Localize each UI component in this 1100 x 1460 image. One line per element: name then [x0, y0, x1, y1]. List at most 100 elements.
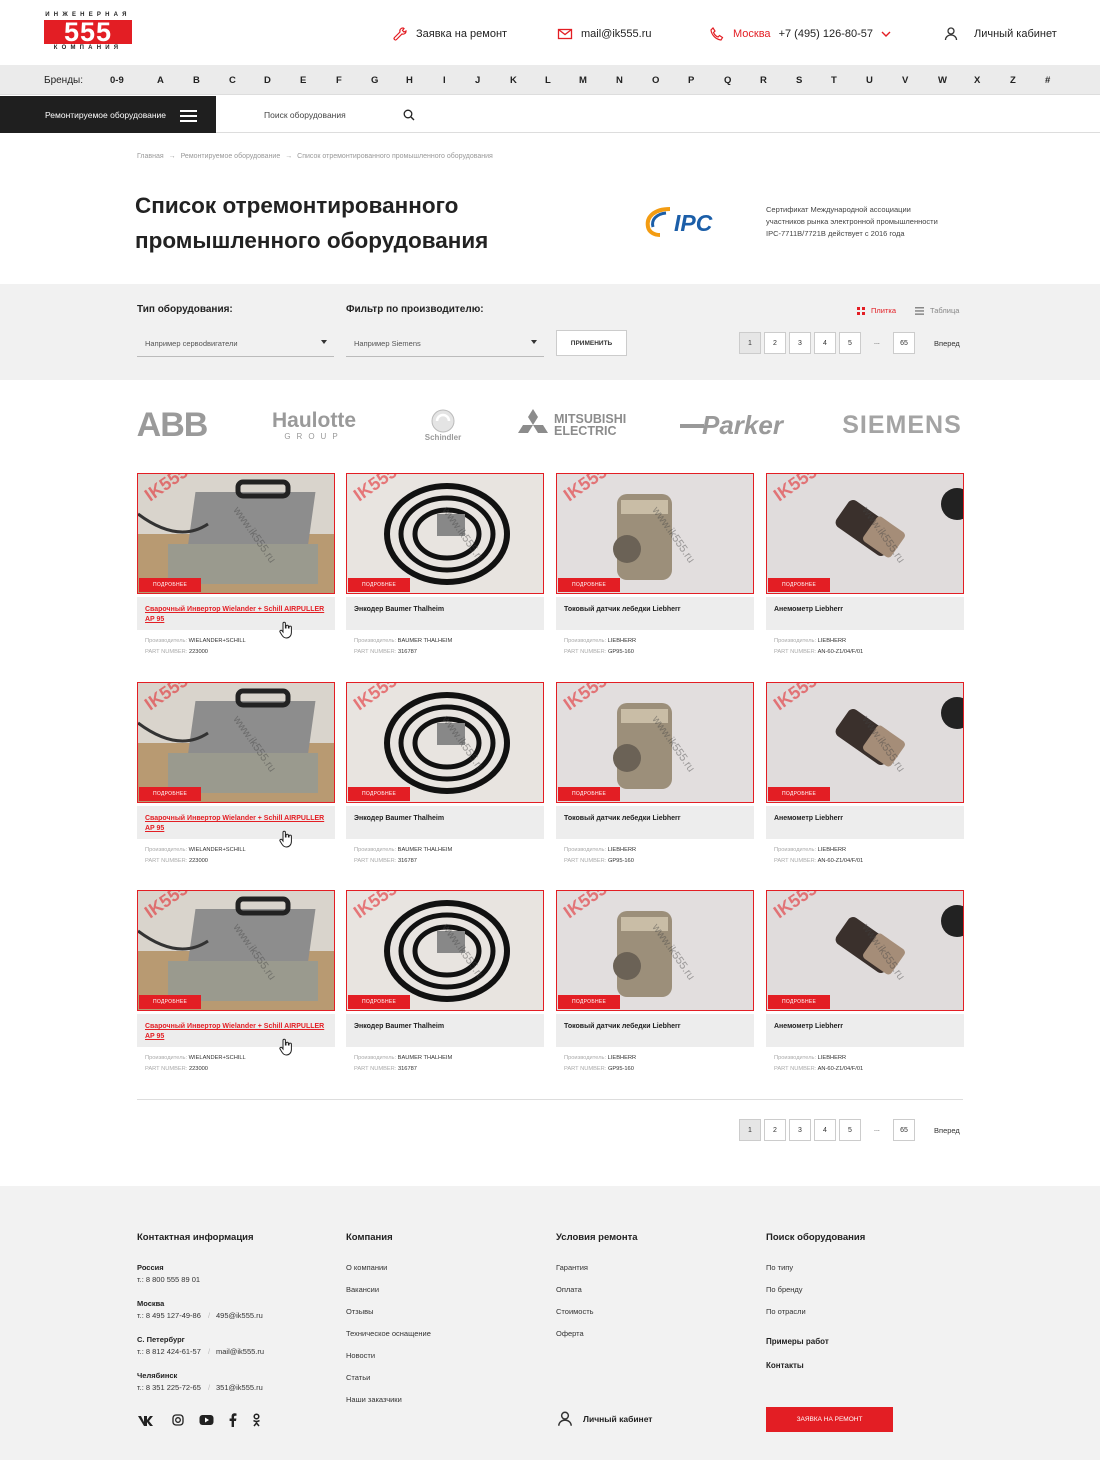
view-tile-toggle[interactable]: Плитка	[857, 306, 896, 315]
repair-request-link[interactable]: Заявка на ремонт	[392, 26, 507, 42]
page-button-1[interactable]: 1	[739, 332, 761, 354]
brand-logo-abb[interactable]: ABB	[137, 403, 209, 447]
page-button-4[interactable]: 4	[814, 1119, 836, 1141]
footer-link-examples[interactable]: Примеры работ	[766, 1337, 829, 1346]
brand-letter-v[interactable]: V	[902, 75, 908, 86]
more-details-badge[interactable]: ПОДРОБНЕЕ	[348, 995, 411, 1009]
product-photo[interactable]: IK555.RUwww.ik555.ruПОДРОБНЕЕ	[346, 473, 544, 594]
company-logo[interactable]: ИНЖЕНЕРНАЯ 555 КОМПАНИЯ	[44, 12, 132, 52]
footer-phone-moscow[interactable]: т.: 8 495 127-49-86	[137, 1311, 201, 1320]
page-button-2[interactable]: 2	[764, 1119, 786, 1141]
brand-letter-e[interactable]: E	[300, 75, 306, 86]
product-card[interactable]: IK555.RUwww.ik555.ruПОДРОБНЕЕСварочный И…	[137, 890, 335, 1082]
next-page-link[interactable]: Вперед	[934, 1126, 960, 1135]
footer-link-about[interactable]: О компании	[346, 1263, 387, 1272]
brand-logo-schindler[interactable]: Schindler	[418, 403, 468, 447]
page-button-last[interactable]: 65	[893, 1119, 915, 1141]
view-table-toggle[interactable]: Таблица	[915, 306, 959, 315]
product-title[interactable]: Энкодер Baumer Thalheim	[346, 597, 544, 630]
brand-logo-haulotte[interactable]: Haulotte GROUP	[253, 403, 375, 447]
product-photo[interactable]: IK555.RUwww.ik555.ruПОДРОБНЕЕ	[137, 682, 335, 803]
product-title[interactable]: Токовый датчик лебедки Liebherr	[556, 1014, 754, 1047]
product-card[interactable]: IK555.RUwww.ik555.ruПОДРОБНЕЕТоковый дат…	[556, 682, 754, 874]
catalog-menu-button[interactable]: Ремонтируемое оборудование	[0, 96, 216, 133]
page-button-4[interactable]: 4	[814, 332, 836, 354]
footer-link-reviews[interactable]: Отзывы	[346, 1307, 373, 1316]
product-title[interactable]: Энкодер Baumer Thalheim	[346, 806, 544, 839]
product-card[interactable]: IK555.RUwww.ik555.ruПОДРОБНЕЕАнемометр L…	[766, 890, 964, 1082]
product-card[interactable]: IK555.RUwww.ik555.ruПОДРОБНЕЕЭнкодер Bau…	[346, 473, 544, 665]
equipment-search-input[interactable]: Поиск оборудования	[264, 110, 346, 120]
page-button-3[interactable]: 3	[789, 1119, 811, 1141]
footer-link-clients[interactable]: Наши заказчики	[346, 1395, 402, 1404]
footer-phone-russia[interactable]: т.: 8 800 555 89 01	[137, 1275, 200, 1284]
brand-letter-m[interactable]: M	[579, 75, 587, 86]
product-photo[interactable]: IK555.RUwww.ik555.ruПОДРОБНЕЕ	[556, 682, 754, 803]
brand-letter-r[interactable]: R	[760, 75, 767, 86]
brand-letter-hash[interactable]: #	[1045, 75, 1050, 86]
product-title[interactable]: Анемометр Liebherr	[766, 806, 964, 839]
product-title[interactable]: Сварочный Инвертор Wielander + Schill AI…	[137, 806, 335, 839]
footer-mail-chel[interactable]: 351@ik555.ru	[216, 1383, 263, 1392]
product-photo[interactable]: IK555.RUwww.ik555.ruПОДРОБНЕЕ	[137, 890, 335, 1011]
page-button-5[interactable]: 5	[839, 1119, 861, 1141]
brand-letter-k[interactable]: K	[510, 75, 517, 86]
phone-selector[interactable]: Москва +7 (495) 126-80-57	[709, 26, 891, 42]
brand-logo-siemens[interactable]: SIEMENS	[840, 403, 964, 447]
product-title[interactable]: Анемометр Liebherr	[766, 597, 964, 630]
product-photo[interactable]: IK555.RUwww.ik555.ruПОДРОБНЕЕ	[556, 473, 754, 594]
brand-letter-g[interactable]: G	[371, 75, 378, 86]
footer-mail-moscow[interactable]: 495@ik555.ru	[216, 1311, 263, 1320]
page-button-5[interactable]: 5	[839, 332, 861, 354]
product-photo[interactable]: IK555.RUwww.ik555.ruПОДРОБНЕЕ	[346, 682, 544, 803]
next-page-link[interactable]: Вперед	[934, 339, 960, 348]
equipment-type-select[interactable]: Например сервodвигатели	[137, 330, 334, 357]
brand-letter-h[interactable]: H	[406, 75, 413, 86]
footer-link-warranty[interactable]: Гарантия	[556, 1263, 588, 1272]
more-details-badge[interactable]: ПОДРОБНЕЕ	[768, 995, 831, 1009]
brand-letter-d[interactable]: D	[264, 75, 271, 86]
footer-link-news[interactable]: Новости	[346, 1351, 375, 1360]
brand-letter-l[interactable]: L	[545, 75, 551, 86]
product-photo[interactable]: IK555.RUwww.ik555.ruПОДРОБНЕЕ	[346, 890, 544, 1011]
brand-logo-mitsubishi[interactable]: MITSUBISHI ELECTRIC	[516, 403, 630, 447]
product-title[interactable]: Токовый датчик лебедки Liebherr	[556, 806, 754, 839]
brand-logo-parker[interactable]: Parker	[680, 403, 792, 447]
page-button-2[interactable]: 2	[764, 332, 786, 354]
footer-link-offer[interactable]: Оферта	[556, 1329, 584, 1338]
brand-letter-w[interactable]: W	[938, 75, 947, 86]
brand-letter-q[interactable]: Q	[724, 75, 731, 86]
more-details-badge[interactable]: ПОДРОБНЕЕ	[558, 995, 621, 1009]
more-details-badge[interactable]: ПОДРОБНЕЕ	[139, 787, 202, 801]
footer-repair-request-button[interactable]: ЗАЯВКА НА РЕМОНТ	[766, 1407, 893, 1432]
product-title[interactable]: Анемометр Liebherr	[766, 1014, 964, 1047]
ok-icon[interactable]	[252, 1413, 261, 1427]
more-details-badge[interactable]: ПОДРОБНЕЕ	[348, 787, 411, 801]
brand-letter-i[interactable]: I	[443, 75, 446, 86]
product-title[interactable]: Сварочный Инвертор Wielander + Schill AI…	[137, 1014, 335, 1047]
breadcrumb-equipment[interactable]: Ремонтируемое оборудование	[181, 153, 281, 160]
maker-filter-select[interactable]: Например Siemens	[346, 330, 544, 357]
product-photo[interactable]: IK555.RUwww.ik555.ruПОДРОБНЕЕ	[766, 473, 964, 594]
footer-link-contacts[interactable]: Контакты	[766, 1361, 804, 1370]
brand-letter-z[interactable]: Z	[1010, 75, 1016, 86]
search-icon[interactable]	[403, 109, 415, 121]
product-photo[interactable]: IK555.RUwww.ik555.ruПОДРОБНЕЕ	[766, 682, 964, 803]
brand-letter-u[interactable]: U	[866, 75, 873, 86]
breadcrumb-home[interactable]: Главная	[137, 153, 164, 160]
footer-mail-spb[interactable]: mail@ik555.ru	[216, 1347, 264, 1356]
email-link[interactable]: mail@ik555.ru	[557, 26, 651, 42]
footer-link-by-type[interactable]: По типу	[766, 1263, 793, 1272]
vk-icon[interactable]	[137, 1415, 155, 1427]
page-button-1[interactable]: 1	[739, 1119, 761, 1141]
more-details-badge[interactable]: ПОДРОБНЕЕ	[139, 995, 202, 1009]
product-card[interactable]: IK555.RUwww.ik555.ruПОДРОБНЕЕСварочный И…	[137, 473, 335, 665]
brand-letter-p[interactable]: P	[688, 75, 694, 86]
product-title[interactable]: Энкодер Baumer Thalheim	[346, 1014, 544, 1047]
more-details-badge[interactable]: ПОДРОБНЕЕ	[768, 578, 831, 592]
footer-link-by-industry[interactable]: По отрасли	[766, 1307, 806, 1316]
more-details-badge[interactable]: ПОДРОБНЕЕ	[348, 578, 411, 592]
product-photo[interactable]: IK555.RUwww.ik555.ruПОДРОБНЕЕ	[766, 890, 964, 1011]
product-title[interactable]: Сварочный Инвертор Wielander + Schill AI…	[137, 597, 335, 630]
product-photo[interactable]: IK555.RUwww.ik555.ruПОДРОБНЕЕ	[137, 473, 335, 594]
